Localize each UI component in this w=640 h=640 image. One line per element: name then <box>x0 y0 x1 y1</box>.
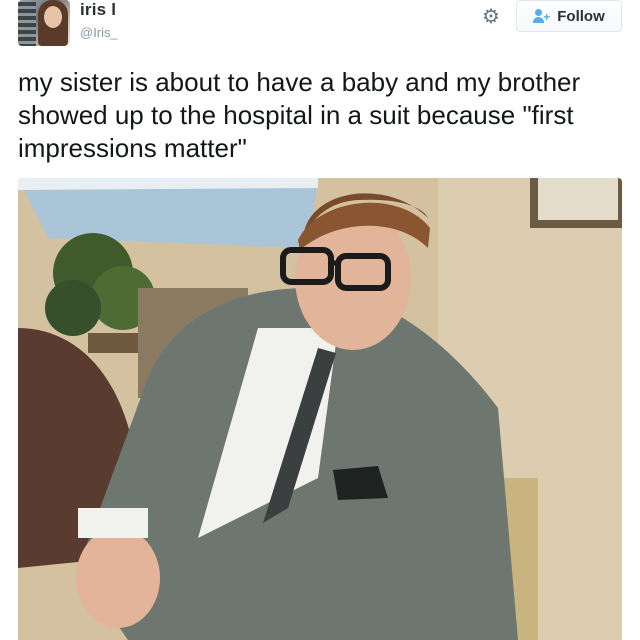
avatar-background <box>18 2 36 46</box>
tweet-text: my sister is about to have a baby and my… <box>18 67 581 163</box>
photo-illustration <box>18 178 622 640</box>
gear-icon[interactable]: ⚙ <box>480 6 502 28</box>
follow-button[interactable]: + Follow <box>516 0 622 32</box>
add-user-icon: + <box>533 9 551 23</box>
screen-name[interactable]: @Iris_ <box>80 25 118 40</box>
avatar-face <box>44 6 62 28</box>
display-name[interactable]: iris l <box>80 0 116 20</box>
avatar[interactable] <box>18 0 70 46</box>
tweet-photo[interactable] <box>18 178 622 640</box>
follow-label: Follow <box>557 7 605 25</box>
